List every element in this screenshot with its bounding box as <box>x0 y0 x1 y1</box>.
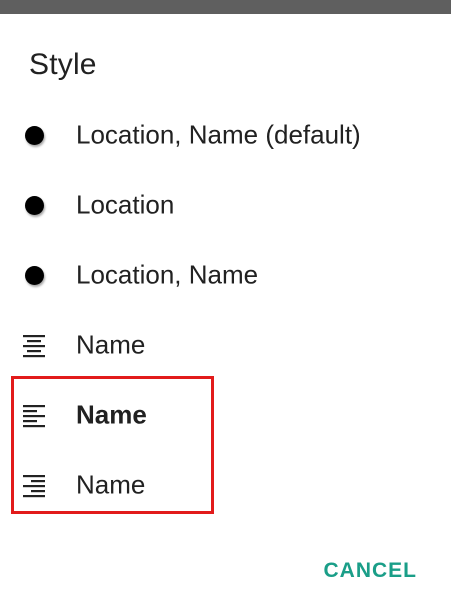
cancel-button[interactable]: CANCEL <box>324 559 418 583</box>
option-label: Name <box>76 329 146 360</box>
option-location[interactable]: Location <box>0 173 451 237</box>
option-label: Name <box>76 399 147 430</box>
align-left-icon <box>20 401 48 429</box>
align-right-icon <box>20 471 48 499</box>
option-label: Name <box>76 469 146 500</box>
option-location-name-default[interactable]: Location, Name (default) <box>0 103 451 167</box>
option-label: Location, Name (default) <box>76 119 361 150</box>
option-label: Location <box>76 189 175 220</box>
bullet-dot-icon <box>20 261 48 289</box>
align-center-icon <box>20 331 48 359</box>
option-label: Location, Name <box>76 259 259 290</box>
status-bar <box>0 0 451 14</box>
option-name-left[interactable]: Name <box>0 383 451 447</box>
option-name-right[interactable]: Name <box>0 453 451 517</box>
option-name-center[interactable]: Name <box>0 313 451 377</box>
dialog-title: Style <box>29 48 97 81</box>
style-dialog: Style Location, Name (default) Location … <box>0 14 451 610</box>
option-location-name[interactable]: Location, Name <box>0 243 451 307</box>
bullet-dot-icon <box>20 191 48 219</box>
bullet-dot-icon <box>20 121 48 149</box>
